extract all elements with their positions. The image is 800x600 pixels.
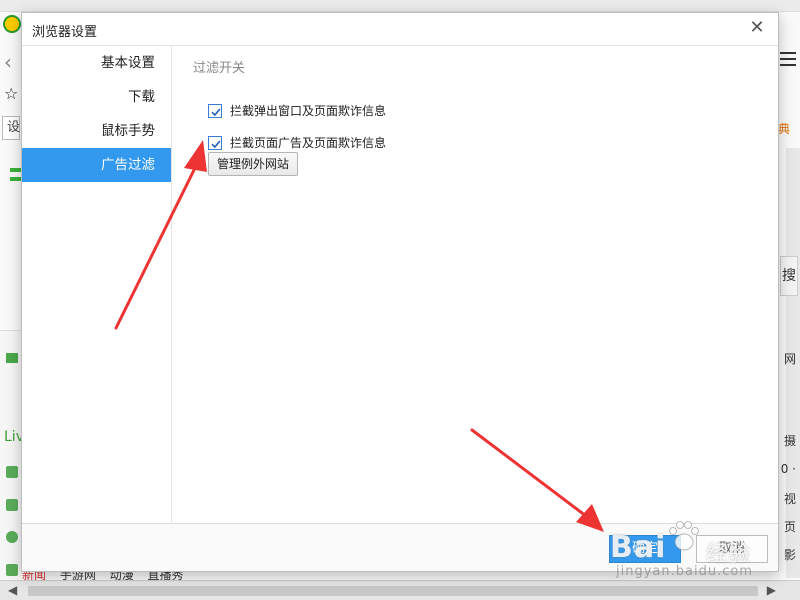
- manage-exceptions-button[interactable]: 管理例外网站: [208, 152, 299, 176]
- right-text-fragment: 网: [783, 352, 796, 366]
- left-panel-fragment: Liv: [0, 330, 24, 585]
- back-arrow-icon[interactable]: ‹: [4, 50, 12, 74]
- list-icon: [6, 466, 18, 478]
- section-title: 过滤开关: [193, 61, 246, 76]
- sidebar-item-basic-settings[interactable]: 基本设置: [22, 46, 171, 80]
- block-popups-label: 拦截弹出窗口及页面欺诈信息: [230, 104, 387, 118]
- horizontal-scrollbar[interactable]: ◀ ▶: [0, 580, 800, 600]
- dialog-titlebar: 浏览器设置 ✕: [22, 13, 778, 46]
- right-text-fragment: 页: [783, 520, 796, 534]
- favorite-star-icon[interactable]: ☆: [4, 84, 18, 103]
- sidebar-item-ad-filter[interactable]: 广告过滤: [22, 148, 171, 182]
- menu-icon[interactable]: [780, 52, 796, 70]
- right-text-fragment: 0 ·: [780, 462, 796, 476]
- right-text-fragment: 影: [783, 548, 796, 562]
- bag-icon: [6, 499, 18, 511]
- checkmark-icon: [211, 139, 221, 148]
- right-text-fragment: 视: [783, 492, 796, 506]
- sidebar-item-mouse-gestures[interactable]: 鼠标手势: [22, 114, 171, 148]
- block-popups-option[interactable]: 拦截弹出窗口及页面欺诈信息: [208, 102, 386, 119]
- home-icon[interactable]: [6, 353, 18, 363]
- scroll-left-icon[interactable]: ◀: [8, 583, 17, 597]
- orange-link-fragment[interactable]: 典: [778, 120, 790, 137]
- scroll-right-icon[interactable]: ▶: [767, 583, 776, 597]
- block-ads-option[interactable]: 拦截页面广告及页面欺诈信息: [208, 134, 386, 151]
- dollar-icon: [6, 531, 18, 543]
- ok-button[interactable]: 确定: [609, 535, 681, 563]
- search-button-fragment[interactable]: 搜: [780, 256, 798, 296]
- dialog-title: 浏览器设置: [32, 25, 98, 40]
- browser-logo-icon: [3, 15, 21, 33]
- block-ads-checkbox[interactable]: [208, 135, 222, 150]
- checkmark-icon: [211, 107, 221, 116]
- sidebar-item-download[interactable]: 下载: [22, 80, 171, 114]
- game-icon: [6, 564, 18, 576]
- block-popups-checkbox[interactable]: [208, 103, 222, 118]
- address-bar-fragment[interactable]: 设: [2, 116, 20, 140]
- cancel-button[interactable]: 取消: [696, 535, 768, 563]
- browser-top-bar: [0, 0, 800, 12]
- browser-settings-dialog: 浏览器设置 ✕ 基本设置 下载 鼠标手势 广告过滤 过滤开关 拦截弹出窗口及页面…: [21, 12, 779, 572]
- right-text-fragment: 摄: [783, 434, 796, 448]
- block-ads-label: 拦截页面广告及页面欺诈信息: [230, 136, 387, 150]
- dialog-footer: 确定 取消: [22, 523, 778, 571]
- settings-content: 过滤开关 拦截弹出窗口及页面欺诈信息 拦截页面广告及页面欺诈信息 管理例外网站: [173, 46, 778, 523]
- settings-sidebar: 基本设置 下载 鼠标手势 广告过滤: [22, 46, 172, 523]
- scrollbar-thumb[interactable]: [28, 586, 758, 596]
- close-icon[interactable]: ✕: [746, 17, 768, 39]
